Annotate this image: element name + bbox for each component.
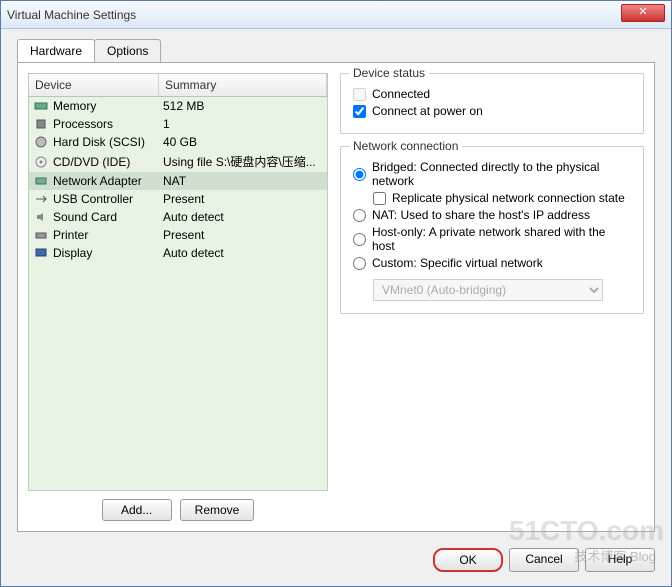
row-sound[interactable]: Sound Card Auto detect <box>29 208 327 226</box>
replicate-input[interactable] <box>373 192 386 205</box>
cpu-icon <box>33 117 49 131</box>
table-header: Device Summary <box>29 74 327 97</box>
row-usb[interactable]: USB Controller Present <box>29 190 327 208</box>
row-processors[interactable]: Processors 1 <box>29 115 327 133</box>
row-harddisk[interactable]: Hard Disk (SCSI) 40 GB <box>29 133 327 151</box>
network-legend: Network connection <box>349 139 462 153</box>
cell-summary: NAT <box>163 174 323 188</box>
device-status-legend: Device status <box>349 66 429 80</box>
memory-icon <box>33 99 49 113</box>
row-network[interactable]: Network Adapter NAT <box>29 172 327 190</box>
hostonly-input[interactable] <box>353 233 366 246</box>
remove-button[interactable]: Remove <box>180 499 255 521</box>
cell-summary: Auto detect <box>163 246 323 260</box>
close-button[interactable]: ✕ <box>621 4 665 22</box>
row-memory[interactable]: Memory 512 MB <box>29 97 327 115</box>
device-list-pane: Device Summary Memory 512 MB Processors … <box>28 73 328 521</box>
cell-device: Display <box>53 246 163 260</box>
network-connection-group: Network connection Bridged: Connected di… <box>340 146 644 314</box>
hostonly-label: Host-only: A private network shared with… <box>372 225 631 253</box>
connected-label: Connected <box>372 87 430 101</box>
custom-label: Custom: Specific virtual network <box>372 256 543 270</box>
cell-summary: Using file S:\硬盘内容\压缩... <box>163 153 323 170</box>
usb-icon <box>33 192 49 206</box>
hdd-icon <box>33 135 49 149</box>
cell-summary: 40 GB <box>163 135 323 149</box>
replicate-label: Replicate physical network connection st… <box>392 191 625 205</box>
cell-device: Sound Card <box>53 210 163 224</box>
bridged-radio[interactable]: Bridged: Connected directly to the physi… <box>353 160 631 188</box>
connect-poweron-checkbox[interactable]: Connect at power on <box>353 104 631 118</box>
nat-radio[interactable]: NAT: Used to share the host's IP address <box>353 208 631 222</box>
device-status-group: Device status Connected Connect at power… <box>340 73 644 134</box>
help-button[interactable]: Help <box>585 548 655 572</box>
connect-poweron-label: Connect at power on <box>372 104 483 118</box>
row-display[interactable]: Display Auto detect <box>29 244 327 262</box>
device-detail-pane: Device status Connected Connect at power… <box>340 73 644 521</box>
row-cddvd[interactable]: CD/DVD (IDE) Using file S:\硬盘内容\压缩... <box>29 151 327 172</box>
custom-radio[interactable]: Custom: Specific virtual network <box>353 256 631 270</box>
cancel-button[interactable]: Cancel <box>509 548 579 572</box>
bridged-label: Bridged: Connected directly to the physi… <box>372 160 631 188</box>
hostonly-radio[interactable]: Host-only: A private network shared with… <box>353 225 631 253</box>
cd-icon <box>33 155 49 169</box>
connected-checkbox[interactable]: Connected <box>353 87 631 101</box>
cell-device: Processors <box>53 117 163 131</box>
cell-summary: Present <box>163 192 323 206</box>
tab-strip: Hardware Options <box>17 39 671 62</box>
tab-options[interactable]: Options <box>94 39 161 62</box>
sound-icon <box>33 210 49 224</box>
add-button[interactable]: Add... <box>102 499 172 521</box>
settings-window: Virtual Machine Settings ✕ Hardware Opti… <box>0 0 672 587</box>
nat-label: NAT: Used to share the host's IP address <box>372 208 590 222</box>
printer-icon <box>33 228 49 242</box>
cell-device: Printer <box>53 228 163 242</box>
titlebar: Virtual Machine Settings ✕ <box>1 1 671 29</box>
connected-input <box>353 88 366 101</box>
vmnet-combo: VMnet0 (Auto-bridging) <box>373 279 603 301</box>
table-body: Memory 512 MB Processors 1 Hard Disk (SC… <box>29 97 327 262</box>
replicate-checkbox[interactable]: Replicate physical network connection st… <box>373 191 631 205</box>
dialog-footer: OK Cancel Help <box>1 540 671 586</box>
cell-device: Memory <box>53 99 163 113</box>
window-title: Virtual Machine Settings <box>7 8 136 22</box>
nat-input[interactable] <box>353 209 366 222</box>
cell-device: Hard Disk (SCSI) <box>53 135 163 149</box>
cell-summary: 1 <box>163 117 323 131</box>
cell-summary: Present <box>163 228 323 242</box>
device-buttons: Add... Remove <box>28 499 328 521</box>
col-summary[interactable]: Summary <box>159 74 327 96</box>
connect-poweron-input[interactable] <box>353 105 366 118</box>
cell-device: USB Controller <box>53 192 163 206</box>
hardware-panel: Device Summary Memory 512 MB Processors … <box>17 62 655 532</box>
custom-input[interactable] <box>353 257 366 270</box>
col-device[interactable]: Device <box>29 74 159 96</box>
tab-hardware[interactable]: Hardware <box>17 39 95 62</box>
cell-summary: 512 MB <box>163 99 323 113</box>
network-icon <box>33 174 49 188</box>
cell-summary: Auto detect <box>163 210 323 224</box>
cell-device: CD/DVD (IDE) <box>53 155 163 169</box>
cell-device: Network Adapter <box>53 174 163 188</box>
device-table: Device Summary Memory 512 MB Processors … <box>28 73 328 491</box>
bridged-input[interactable] <box>353 168 366 181</box>
row-printer[interactable]: Printer Present <box>29 226 327 244</box>
ok-button[interactable]: OK <box>433 548 503 572</box>
display-icon <box>33 246 49 260</box>
